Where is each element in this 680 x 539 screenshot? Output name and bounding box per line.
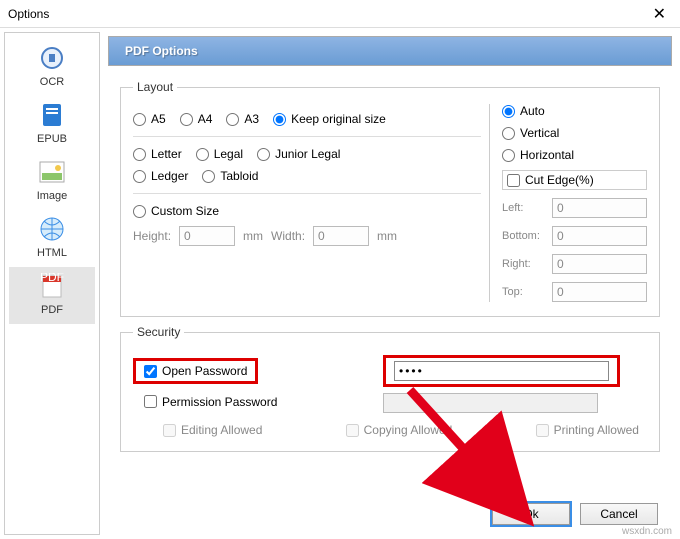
bottom-input[interactable] xyxy=(552,226,647,246)
sidebar-item-html[interactable]: HTML xyxy=(9,210,95,267)
layout-legend: Layout xyxy=(133,80,177,94)
open-password-field-highlight xyxy=(383,355,620,387)
sidebar-item-ocr[interactable]: OCR xyxy=(9,39,95,96)
checkbox-copying-allowed[interactable]: Copying Allowed xyxy=(346,423,453,437)
cancel-button[interactable]: Cancel xyxy=(580,503,658,525)
ocr-icon xyxy=(38,44,66,72)
sidebar-item-label: HTML xyxy=(37,247,67,259)
ok-button[interactable]: Ok xyxy=(492,503,570,525)
html-icon xyxy=(38,215,66,243)
sidebar-item-pdf[interactable]: PDF PDF xyxy=(9,267,95,324)
close-button[interactable]: ✕ xyxy=(647,4,672,24)
right-label: Right: xyxy=(502,258,546,270)
checkbox-permission-password[interactable]: Permission Password xyxy=(144,395,277,409)
title-bar: Options ✕ xyxy=(0,0,680,28)
width-unit: mm xyxy=(377,229,397,243)
svg-text:PDF: PDF xyxy=(40,273,64,284)
height-unit: mm xyxy=(243,229,263,243)
height-label: Height: xyxy=(133,229,171,243)
checkbox-open-password[interactable]: Open Password xyxy=(144,364,247,378)
sidebar-item-label: OCR xyxy=(40,76,64,88)
sidebar: OCR EPUB Image HTML PDF PDF xyxy=(4,32,100,535)
left-input[interactable] xyxy=(552,198,647,218)
radio-a5[interactable]: A5 xyxy=(133,112,166,126)
sidebar-item-label: PDF xyxy=(41,304,63,316)
watermark: wsxdn.com xyxy=(622,526,672,537)
bottom-label: Bottom: xyxy=(502,230,546,242)
checkbox-cut-edge[interactable]: Cut Edge(%) xyxy=(502,170,647,190)
radio-a4[interactable]: A4 xyxy=(180,112,213,126)
sidebar-item-image[interactable]: Image xyxy=(9,153,95,210)
height-input[interactable] xyxy=(179,226,235,246)
left-label: Left: xyxy=(502,202,546,214)
permission-password-input[interactable] xyxy=(383,393,598,413)
layout-fieldset: Layout A5 A4 A3 Keep original size Lette… xyxy=(120,80,660,317)
radio-legal[interactable]: Legal xyxy=(196,147,243,161)
open-password-input[interactable] xyxy=(394,361,609,381)
main-header: PDF Options xyxy=(108,36,672,66)
radio-letter[interactable]: Letter xyxy=(133,147,182,161)
top-input[interactable] xyxy=(552,282,647,302)
pdf-icon: PDF xyxy=(38,272,66,300)
radio-a3[interactable]: A3 xyxy=(226,112,259,126)
radio-junior-legal[interactable]: Junior Legal xyxy=(257,147,340,161)
radio-keep-original[interactable]: Keep original size xyxy=(273,112,386,126)
main-panel: PDF Options Layout A5 A4 A3 Keep origina… xyxy=(104,32,676,535)
body: OCR EPUB Image HTML PDF PDF xyxy=(0,28,680,539)
open-password-highlight: Open Password xyxy=(133,358,258,384)
security-legend: Security xyxy=(133,325,184,339)
top-label: Top: xyxy=(502,286,546,298)
radio-auto[interactable]: Auto xyxy=(502,104,647,118)
radio-custom-size[interactable]: Custom Size xyxy=(133,204,219,218)
radio-horizontal[interactable]: Horizontal xyxy=(502,148,647,162)
main-header-title: PDF Options xyxy=(125,44,198,58)
width-input[interactable] xyxy=(313,226,369,246)
right-input[interactable] xyxy=(552,254,647,274)
checkbox-editing-allowed[interactable]: Editing Allowed xyxy=(163,423,262,437)
sidebar-item-label: Image xyxy=(37,190,68,202)
sidebar-item-epub[interactable]: EPUB xyxy=(9,96,95,153)
radio-ledger[interactable]: Ledger xyxy=(133,169,188,183)
width-label: Width: xyxy=(271,229,305,243)
footer: Ok Cancel xyxy=(492,503,658,525)
radio-tabloid[interactable]: Tabloid xyxy=(202,169,258,183)
checkbox-printing-allowed[interactable]: Printing Allowed xyxy=(536,423,639,437)
radio-vertical[interactable]: Vertical xyxy=(502,126,647,140)
sidebar-item-label: EPUB xyxy=(37,133,67,145)
main-content: Layout A5 A4 A3 Keep original size Lette… xyxy=(104,66,676,535)
window-title: Options xyxy=(8,7,49,21)
security-fieldset: Security Open Password Permission Passwo… xyxy=(120,325,660,452)
epub-icon xyxy=(38,101,66,129)
image-icon xyxy=(38,158,66,186)
